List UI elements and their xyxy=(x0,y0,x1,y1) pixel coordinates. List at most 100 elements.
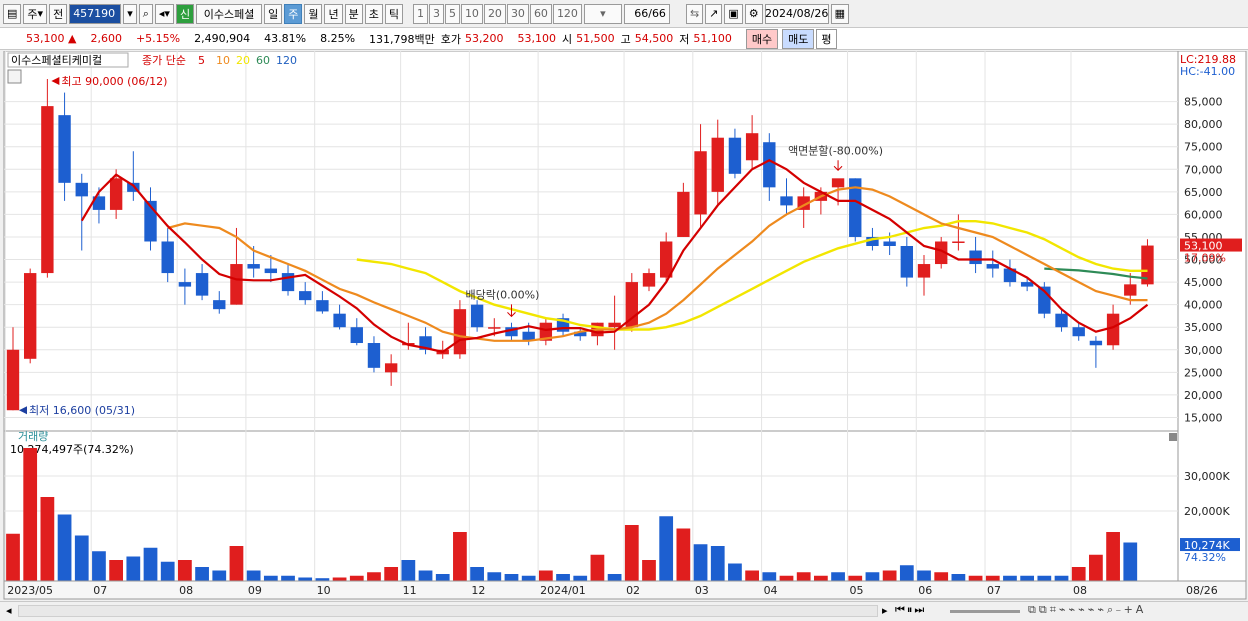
volume-bar xyxy=(109,560,124,581)
volume-bar xyxy=(779,575,794,581)
candle-body xyxy=(1055,313,1068,328)
legend-ma-period: 10 xyxy=(216,54,230,67)
code-dropdown-icon[interactable]: ▾ xyxy=(123,3,137,24)
count-input[interactable]: 66/66 xyxy=(623,3,670,24)
sell-button[interactable]: 매도 xyxy=(782,28,815,49)
scroll-left-icon[interactable]: ◂ xyxy=(6,604,12,617)
toolbar: ▤ 주 ▾ 전 457190 ▾ ⌕ ◂▾ 신 이수스페셜 일주월년분초틱 135… xyxy=(0,0,1248,28)
interval-tab[interactable]: 20 xyxy=(483,3,506,24)
x-axis-label: 2023/05 xyxy=(7,584,53,597)
volume-bar xyxy=(590,554,605,581)
candle-body xyxy=(350,327,363,344)
tool-icons[interactable]: ⧉⧉⌗⌁⌁⌁⌁⌁⌕⎯+A xyxy=(1028,603,1146,617)
period-tab[interactable]: 년 xyxy=(324,3,343,24)
bottom-bar: ◂ ▸ ⏮⏸⏭ ⧉⧉⌗⌁⌁⌁⌁⌁⌕⎯+A xyxy=(0,601,1248,621)
open-label: 시 xyxy=(562,32,573,46)
volume-bar xyxy=(762,572,777,581)
interval-tab[interactable]: 10 xyxy=(460,3,483,24)
price-tick-label: 30,000 xyxy=(1184,344,1223,357)
period-tab[interactable]: 분 xyxy=(344,3,363,24)
candle-body xyxy=(109,178,123,210)
volume-bar xyxy=(298,577,313,581)
period-tab[interactable]: 틱 xyxy=(384,3,403,24)
volume-bar xyxy=(349,575,364,581)
zoom-slider[interactable] xyxy=(950,610,1020,613)
candle-body xyxy=(1072,327,1085,337)
interval-tab[interactable]: 1 xyxy=(412,3,428,24)
candle-body xyxy=(952,241,965,243)
x-axis-label: 08 xyxy=(179,584,193,597)
volume-bar xyxy=(504,574,519,581)
volume-bar xyxy=(968,575,983,581)
settings-icon[interactable]: ⚙ xyxy=(744,3,763,24)
price-tick-label: 85,000 xyxy=(1184,96,1223,109)
candle-body xyxy=(969,250,982,265)
volume-bar xyxy=(1106,532,1120,581)
candle-body xyxy=(488,327,501,329)
compare-icon[interactable]: ⇆ xyxy=(685,3,704,24)
volume-bar xyxy=(573,575,588,581)
candle-body xyxy=(900,246,914,278)
volume-bar xyxy=(126,556,141,581)
low-label: 저 xyxy=(679,32,690,46)
volume-bar xyxy=(814,575,828,581)
x-axis-label: 03 xyxy=(695,584,709,597)
candle-body xyxy=(161,241,174,274)
stock-chart[interactable]: 85,00080,00075,00070,00065,00060,00055,0… xyxy=(0,51,1248,601)
interval-tab[interactable]: 30 xyxy=(506,3,529,24)
legend-ma-period: 5 xyxy=(198,54,205,67)
x-axis-label: 10 xyxy=(317,584,331,597)
candle-body xyxy=(1020,282,1034,287)
scrollbar[interactable] xyxy=(18,605,878,617)
legend-ma-label: 종가 단순 xyxy=(142,54,186,67)
volume-bar xyxy=(899,565,914,581)
volume-label: 거래량 xyxy=(18,430,48,443)
candle-body xyxy=(41,106,54,274)
x-axis-label: 09 xyxy=(248,584,262,597)
candle-body xyxy=(1106,313,1120,346)
all-button[interactable]: 전 xyxy=(49,3,68,24)
buy-button[interactable]: 매수 xyxy=(745,28,779,49)
playback-icons[interactable]: ⏮⏸⏭ xyxy=(895,603,926,617)
period-tab[interactable]: 주 xyxy=(284,3,303,24)
price: 53,100 ▲ xyxy=(26,32,77,45)
volume-bar xyxy=(1054,575,1069,581)
info-bar: 53,100 ▲ 2,600 +5.15% 2,490,904 43.81% 8… xyxy=(0,28,1248,50)
eval-button[interactable]: 평 xyxy=(816,28,837,49)
candle-body xyxy=(831,178,845,188)
stock-name: 이수스페셜 xyxy=(196,3,263,24)
interval-tab[interactable]: 5 xyxy=(444,3,460,24)
candle-body xyxy=(213,300,226,310)
period-tab[interactable]: 월 xyxy=(304,3,323,24)
calendar-icon[interactable]: ▦ xyxy=(830,3,850,24)
code-input[interactable]: 457190 xyxy=(69,3,122,24)
candle-body xyxy=(333,313,346,328)
save-icon[interactable]: ▣ xyxy=(724,3,743,24)
chart-icon[interactable]: ▤ xyxy=(3,3,22,24)
volume-bar xyxy=(865,572,880,581)
interval-tab[interactable]: 3 xyxy=(428,3,444,24)
volume-bar xyxy=(607,574,622,581)
last-pct-label: 17.09% xyxy=(1184,252,1226,265)
interval-tab[interactable]: 120 xyxy=(552,3,582,24)
sound-icon[interactable]: ◂▾ xyxy=(154,3,174,24)
price-tick-label: 35,000 xyxy=(1184,321,1223,334)
interval-dropdown[interactable]: ▾ xyxy=(583,3,622,24)
candle-body xyxy=(883,241,896,246)
draw-icon[interactable]: ↗ xyxy=(705,3,723,24)
search-icon[interactable]: ⌕ xyxy=(138,3,153,24)
volume-bar xyxy=(281,575,295,581)
price-tick-label: 15,000 xyxy=(1184,411,1223,424)
high: 54,500 xyxy=(634,32,674,45)
price-tick-label: 20,000 xyxy=(1184,389,1223,402)
volume-bar xyxy=(229,546,244,581)
volume-bar xyxy=(6,533,20,581)
date-input[interactable]: 2024/08/26 xyxy=(764,3,829,24)
volume-bar xyxy=(178,560,192,581)
interval-tab[interactable]: 60 xyxy=(529,3,552,24)
scroll-right-icon[interactable]: ▸ xyxy=(882,604,888,617)
market-select[interactable]: 주 ▾ xyxy=(23,3,48,24)
candle-body xyxy=(384,363,398,373)
period-tab[interactable]: 일 xyxy=(264,3,283,24)
period-tab[interactable]: 초 xyxy=(364,3,383,24)
